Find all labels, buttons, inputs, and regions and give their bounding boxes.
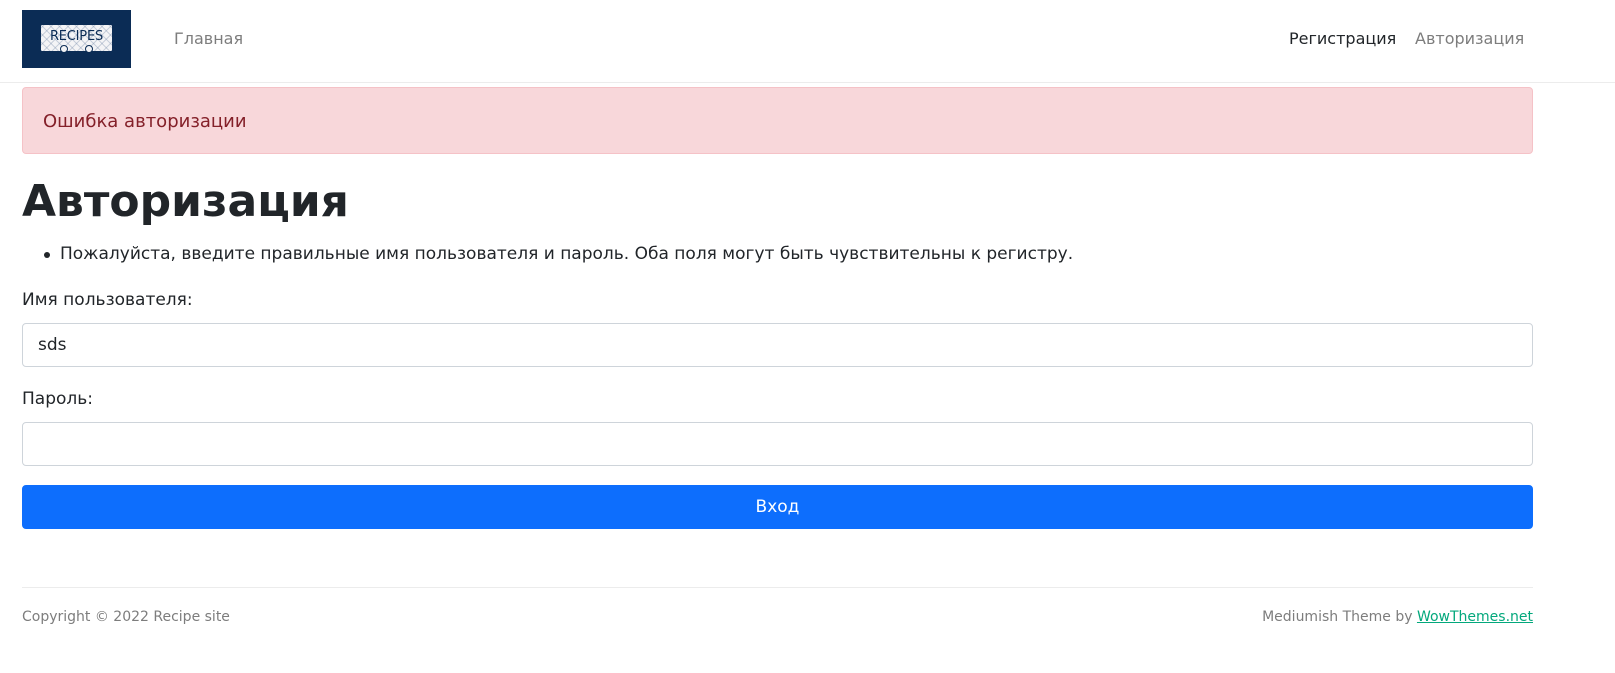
login-submit-button[interactable]: Вход <box>22 485 1533 529</box>
footer-theme-credit: Mediumish Theme by WowThemes.net <box>1262 607 1533 627</box>
navbar: RECIPES Главная Регистрация Авторизация <box>0 0 1615 83</box>
nav-link-home[interactable]: Главная <box>174 28 243 50</box>
logo-badge: RECIPES <box>41 25 112 53</box>
footer-divider <box>22 587 1533 588</box>
page-title: Авторизация <box>22 176 349 227</box>
form-error-text: Пожалуйста, введите правильные имя польз… <box>60 244 1074 264</box>
bullet-icon <box>44 252 50 258</box>
password-label: Пароль: <box>22 389 94 409</box>
form-error-item: Пожалуйста, введите правильные имя польз… <box>22 242 1533 266</box>
logo-ring-icon <box>85 45 93 53</box>
logo-text: RECIPES <box>49 29 104 44</box>
footer-copyright: Copyright © 2022 Recipe site <box>22 609 230 625</box>
footer-theme-prefix: Mediumish Theme by <box>1262 609 1417 625</box>
error-alert-message: Ошибка авторизации <box>43 111 247 132</box>
nav-link-login[interactable]: Авторизация <box>1415 28 1524 50</box>
error-alert: Ошибка авторизации <box>22 87 1533 154</box>
site-logo[interactable]: RECIPES <box>22 10 131 68</box>
footer-theme-link[interactable]: WowThemes.net <box>1417 609 1533 625</box>
logo-ring-icon <box>60 45 68 53</box>
username-label: Имя пользователя: <box>22 290 193 310</box>
form-error-list: Пожалуйста, введите правильные имя польз… <box>22 242 1533 266</box>
password-input[interactable] <box>22 422 1533 466</box>
username-input[interactable] <box>22 323 1533 367</box>
nav-link-register[interactable]: Регистрация <box>1289 28 1396 50</box>
